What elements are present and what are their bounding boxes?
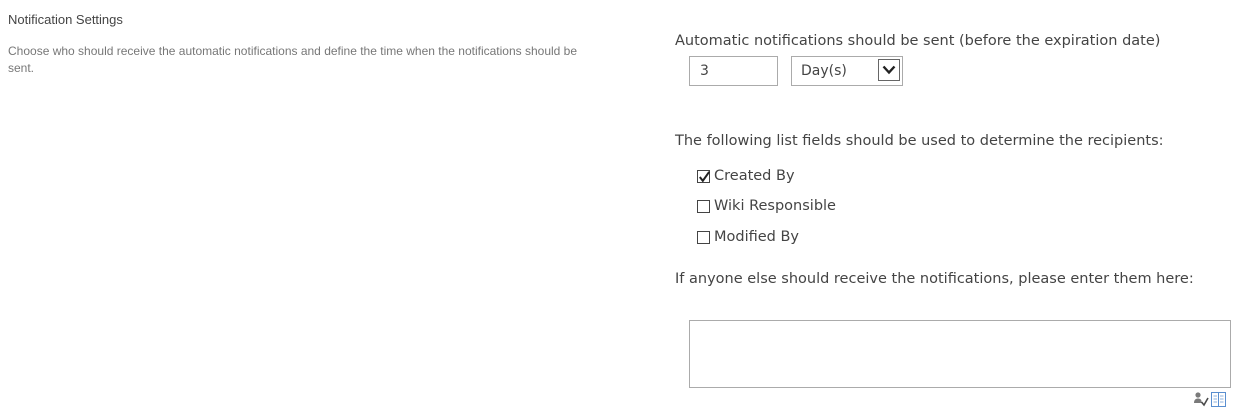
settings-panel: Automatic notifications should be sent (… [675, 30, 1235, 407]
people-picker-icons [1193, 391, 1228, 411]
recipients-label: The following list fields should be used… [675, 133, 1164, 149]
address-book-icon[interactable] [1211, 391, 1226, 411]
modified-by-label[interactable]: Modified By [714, 229, 799, 245]
modified-by-checkbox[interactable] [697, 230, 710, 244]
checkbox-row-wiki-responsible[interactable]: Wiki Responsible [697, 198, 836, 214]
check-names-icon[interactable] [1193, 391, 1209, 411]
notification-amount-input[interactable] [689, 56, 778, 86]
chevron-down-icon[interactable] [878, 59, 900, 81]
section-title: Notification Settings [8, 12, 123, 27]
section-info: Notification Settings Choose who should … [8, 12, 598, 77]
additional-recipients-input[interactable] [689, 320, 1231, 388]
section-description: Choose who should receive the automatic … [8, 44, 578, 75]
timing-inputs: Day(s) [689, 56, 903, 86]
checkbox-row-created-by[interactable]: Created By [697, 168, 795, 184]
created-by-checkbox[interactable] [697, 169, 711, 183]
wiki-responsible-checkbox[interactable] [697, 199, 710, 213]
timing-label: Automatic notifications should be sent (… [675, 33, 1161, 49]
created-by-label[interactable]: Created By [714, 168, 795, 184]
time-unit-value: Day(s) [801, 63, 847, 79]
time-unit-select[interactable]: Day(s) [791, 56, 903, 86]
wiki-responsible-label[interactable]: Wiki Responsible [714, 198, 836, 214]
additional-recipients-label: If anyone else should receive the notifi… [675, 271, 1194, 287]
checkbox-row-modified-by[interactable]: Modified By [697, 229, 799, 245]
